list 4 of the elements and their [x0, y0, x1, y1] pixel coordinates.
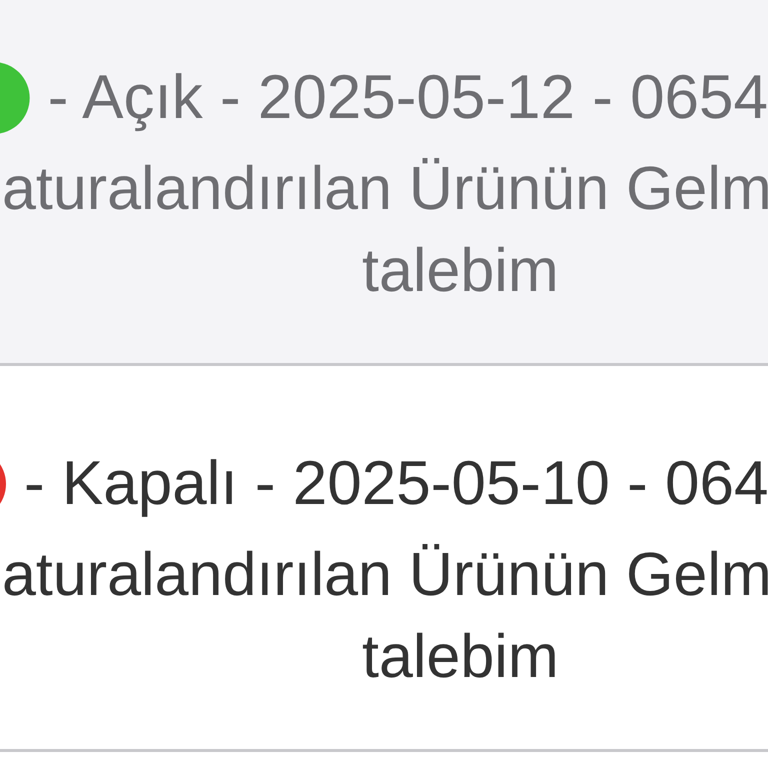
ticket-description-text: talebim: [362, 621, 559, 692]
ticket-description-text: talebim: [362, 235, 559, 306]
ticket-summary-text: - Kapalı - 2025-05-10 - 064: [24, 448, 768, 520]
ticket-summary-text: - Açık - 2025-05-12 - 0654: [48, 62, 768, 134]
